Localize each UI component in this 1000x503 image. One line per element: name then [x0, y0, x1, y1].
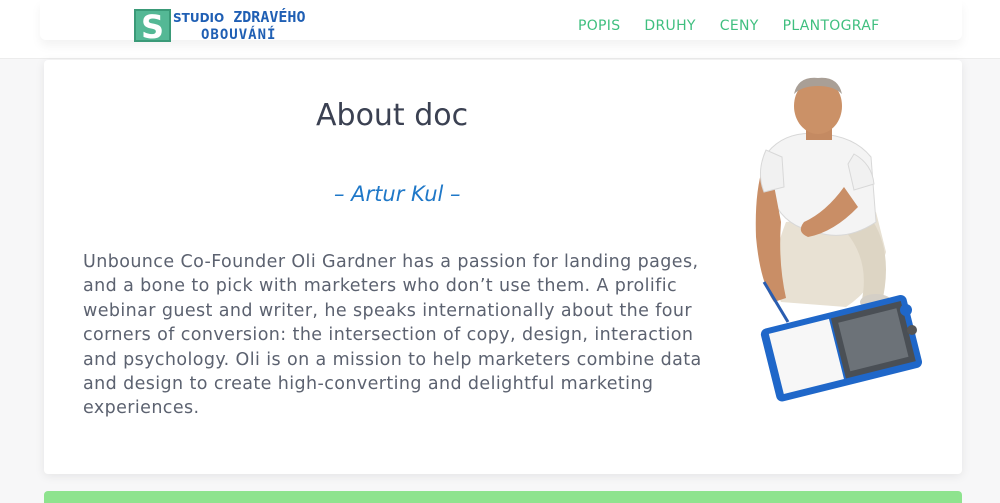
nav-ceny[interactable]: CENY — [720, 18, 759, 34]
next-section-bar — [44, 491, 962, 503]
logo-zdraveho: ZDRAVÉHO — [233, 8, 306, 26]
logo-text: STUDIO ZDRAVÉHO OBOUVÁNÍ — [173, 9, 305, 44]
page-title: About doc — [316, 98, 469, 133]
about-card: About doc – Artur Kul – Unbounce Co-Foun… — [44, 60, 962, 474]
nav-druhy[interactable]: DRUHY — [644, 18, 695, 34]
site-logo[interactable]: S STUDIO ZDRAVÉHO OBOUVÁNÍ — [134, 9, 305, 45]
doctor-name: – Artur Kul – — [334, 182, 461, 206]
nav-popis[interactable]: POPIS — [578, 18, 620, 34]
logo-line2: OBOUVÁNÍ — [201, 27, 277, 43]
logo-line1: STUDIO ZDRAVÉHO — [173, 9, 305, 27]
logo-studio: STUDIO — [173, 11, 225, 25]
main-nav: POPIS DRUHY CENY PLANTOGRAF — [578, 18, 903, 34]
nav-plantograf[interactable]: PLANTOGRAF — [783, 18, 880, 34]
logo-mark: S — [134, 9, 171, 44]
site-header: S STUDIO ZDRAVÉHO OBOUVÁNÍ POPIS DRUHY C… — [0, 0, 1000, 59]
bio-text: Unbounce Co-Founder Oli Gardner has a pa… — [83, 252, 702, 419]
doctor-photo — [755, 77, 923, 402]
